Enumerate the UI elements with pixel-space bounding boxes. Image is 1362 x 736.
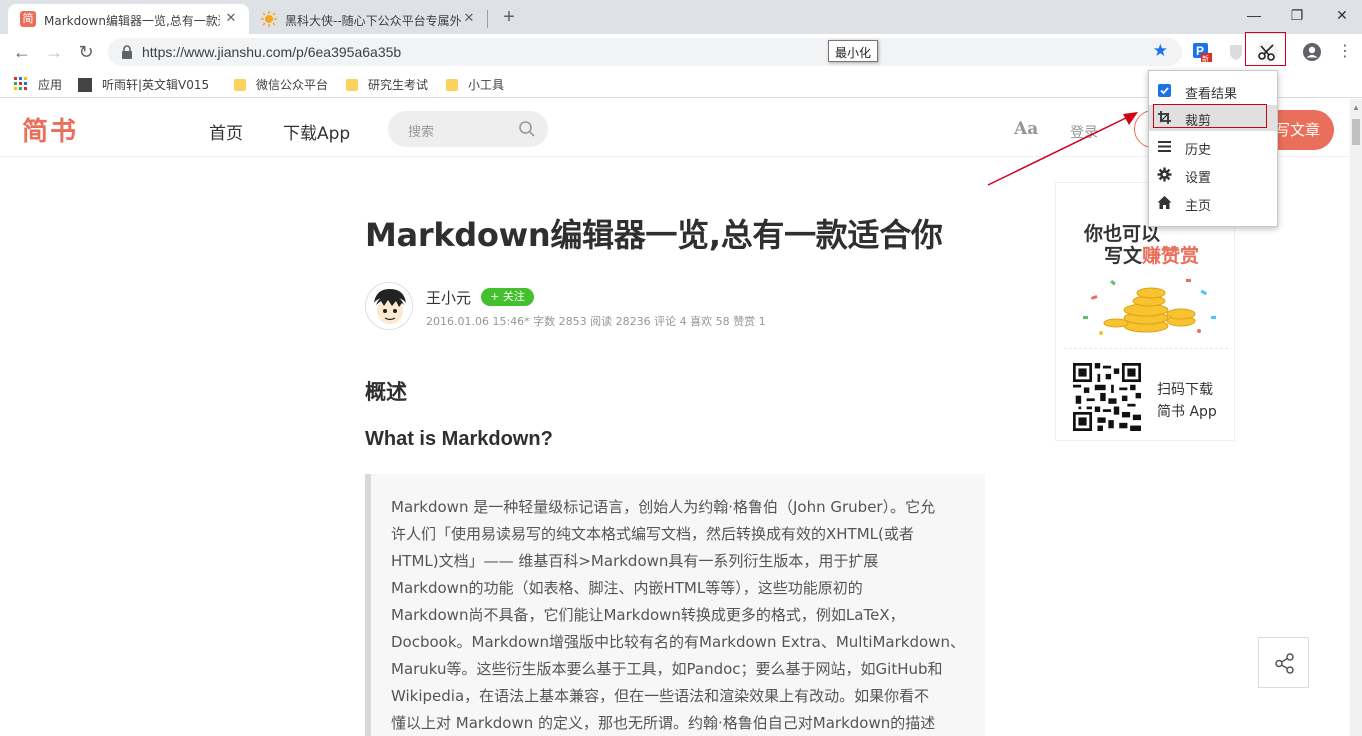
quote-line: Docbook。Markdown增强版中比较有名的有Markdown Extra… [391,633,965,651]
quote-line: Markdown 是一种轻量级标记语言，创始人为约翰·格鲁伯（John Grub… [391,498,936,516]
browser-toolbar: ← → ↻ https://www.jianshu.com/p/6ea395a6… [0,34,1362,70]
extension-popup-menu: 查看结果 裁剪 历史 设置 主页 [1148,70,1278,227]
search-placeholder: 搜索 [408,125,435,140]
section-heading: 概述 [365,380,407,404]
menu-item-home[interactable]: 主页 [1149,190,1277,216]
quote-line: Maruku等。这些衍生版本要么基于工具，如Pandoc；要么基于网站，如Git… [391,660,943,678]
bookmark-star-icon[interactable]: ★ [1153,41,1168,61]
menu-item-settings[interactable]: 设置 [1149,162,1277,188]
tab-strip: 简 Markdown编辑器一览,总有一款适合你 ✕ 黑科大侠--随心下公众平台专… [0,0,1362,34]
bookmark-label: 微信公众平台 [256,78,329,92]
tab-title: Markdown编辑器一览,总有一款适合你 [44,14,220,28]
article-meta: 2016.01.06 15:46* 字数 2853 阅读 28236 评论 4 … [426,315,766,328]
folder-icon [446,79,458,91]
bookmark-tingyuxuan[interactable]: 听雨轩|英文辑V015 [78,76,218,94]
article-title: Markdown编辑器一览,总有一款适合你 [365,216,943,254]
quote-line: Markdown的功能（如表格、脚注、内嵌HTML等等），这些功能原初的 [391,579,863,597]
bookmark-label: 听雨轩|英文辑V015 [102,78,210,92]
svg-text:新: 新 [1202,54,1209,62]
close-tab-icon[interactable]: ✕ [461,10,477,26]
quote-line: 懂以上对 Markdown 的定义，那也无所谓。约翰·格鲁伯自己对Markdow… [391,714,936,732]
ad-download-text: 扫码下载 [1157,382,1213,398]
reload-icon[interactable]: ↻ [74,40,98,64]
menu-label: 设置 [1185,171,1212,186]
folder-icon [346,79,358,91]
menu-label: 历史 [1185,143,1212,158]
bookmark-favicon [78,78,92,92]
qr-code-icon[interactable] [1073,363,1141,431]
checkbox-checked-icon [1158,84,1171,97]
menu-kebab-icon[interactable]: ⋮ [1335,42,1355,62]
crop-highlight-box [1153,104,1267,128]
scroll-thumb[interactable] [1352,119,1360,145]
ad-accent-text: 赚赞赏 [1142,245,1200,267]
bookmark-label: 研究生考试 [368,78,429,92]
ad-subheadline: 写文赚赞赏 [1104,241,1199,268]
annotation-arrow-icon [987,112,1138,186]
parking-extension-icon[interactable]: P 新 [1192,42,1212,63]
quote-line: 许人们「使用易读易写的纯文本格式编写文档，然后转换成有效的XHTML(或者 [391,525,914,543]
follow-button[interactable]: + 关注 [481,288,534,306]
bookmark-exam-folder[interactable]: 研究生考试 [346,76,428,94]
jianshu-favicon-icon: 简 [20,11,36,27]
account-icon[interactable] [1302,42,1322,62]
tooltip: 最小化 [828,40,879,62]
tab-title: 黑科大侠--随心下公众平台专属外链 [285,14,461,28]
menu-label: 查看结果 [1185,87,1238,102]
bookmark-label: 小工具 [468,78,505,92]
nav-download-app[interactable]: 下载App [283,119,350,144]
apps-grid-icon [14,77,27,90]
back-icon[interactable]: ← [10,40,34,64]
quote-line: Markdown尚不具备，它们能让Markdown转换成更多的格式，例如LaTe… [391,606,905,624]
divider [1064,348,1228,349]
home-icon [1157,196,1172,209]
tab-second[interactable]: 黑科大侠--随心下公众平台专属外链 ✕ [249,4,487,34]
search-input[interactable]: 搜索 [388,111,548,147]
tab-active[interactable]: 简 Markdown编辑器一览,总有一款适合你 ✕ [8,4,249,34]
close-tab-icon[interactable]: ✕ [223,10,239,26]
url-text[interactable]: https://www.jianshu.com/p/6ea395a6a35b [142,44,401,60]
blockquote: Markdown 是一种轻量级标记语言，创始人为约翰·格鲁伯（John Grub… [365,474,985,736]
site-logo[interactable]: 简书 [22,111,78,148]
scroll-up-icon[interactable]: ▲ [1352,103,1360,112]
lock-icon [122,45,132,59]
nav-home[interactable]: 首页 [209,119,243,144]
shield-extension-icon[interactable] [1226,42,1246,62]
menu-label: 主页 [1185,199,1212,214]
menu-item-history[interactable]: 历史 [1149,134,1277,160]
search-icon[interactable] [518,120,536,138]
page-scrollbar[interactable]: ▲ [1350,99,1362,736]
share-icon [1275,653,1294,674]
tab-separator [487,10,488,28]
folder-icon [234,79,246,91]
avatar[interactable] [365,282,413,330]
extension-highlight-box [1245,32,1286,66]
bookmark-wechat-folder[interactable]: 微信公众平台 [234,76,328,94]
share-button[interactable] [1258,637,1309,688]
restore-button[interactable]: ❐ [1286,4,1308,26]
bookmark-apps[interactable]: 应用 [14,76,62,94]
forward-icon[interactable]: → [42,40,66,64]
bookmark-label: 应用 [38,78,63,92]
sun-icon [261,11,277,27]
address-bar[interactable]: https://www.jianshu.com/p/6ea395a6a35b ★ [108,38,1182,66]
blockquote-text: Markdown 是一种轻量级标记语言，创始人为约翰·格鲁伯（John Grub… [391,494,969,736]
quote-line: Wikipedia，在语法上基本兼容，但在一些语法和渲染效果上有改动。如果你看不 [391,687,930,705]
menu-item-view-result[interactable]: 查看结果 [1149,78,1277,104]
new-tab-button[interactable]: + [498,6,520,28]
close-window-button[interactable]: ✕ [1331,4,1353,26]
minimize-button[interactable]: — [1243,4,1265,26]
author-name[interactable]: 王小元 [426,287,471,308]
coins-illustration-icon [1083,279,1216,335]
ad-app-name: 简书 App [1157,404,1217,420]
quote-line: HTML)文档」—— 维基百科>Markdown具有一系列衍生版本，用于扩展 [391,552,879,570]
subsection-heading: What is Markdown? [365,428,553,450]
ad-text: 写文 [1104,245,1143,267]
bookmark-tools-folder[interactable]: 小工具 [446,76,504,94]
